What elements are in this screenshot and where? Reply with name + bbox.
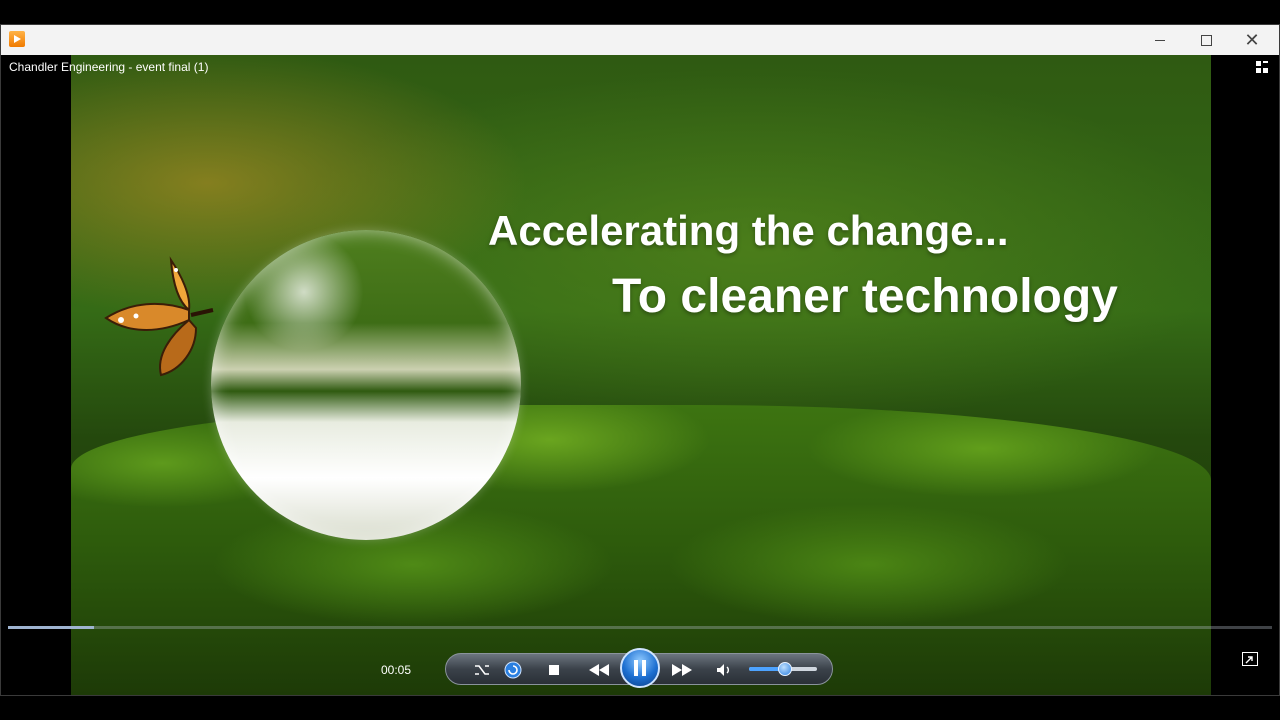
stop-button[interactable] [544, 660, 564, 680]
maximize-icon [1200, 34, 1212, 46]
repeat-icon [504, 661, 522, 679]
fast-forward-button[interactable] [669, 660, 695, 680]
fullscreen-icon [1245, 656, 1253, 664]
pause-icon [632, 660, 648, 676]
close-button[interactable]: ✕ [1229, 25, 1275, 55]
minimize-button[interactable] [1137, 25, 1183, 55]
video-frame[interactable]: Accelerating the change... To cleaner te… [71, 55, 1211, 695]
shuffle-button[interactable] [472, 660, 492, 680]
mute-button[interactable] [714, 660, 734, 680]
fullscreen-button[interactable] [1242, 652, 1258, 666]
rewind-button[interactable] [586, 660, 612, 680]
crystal-ball-image [211, 230, 521, 540]
seek-progress [8, 626, 94, 629]
close-icon: ✕ [1244, 30, 1260, 50]
time-display: 00:05 [381, 663, 412, 677]
butterfly-image [104, 256, 214, 377]
switch-layout-icon[interactable] [1255, 60, 1269, 74]
minimize-icon [1155, 39, 1165, 41]
speaker-icon [717, 664, 729, 676]
headline-line-1: Accelerating the change... [488, 207, 1009, 254]
stop-icon [549, 665, 559, 675]
title-bar[interactable]: ✕ [1, 25, 1279, 55]
rewind-icon [589, 664, 609, 676]
media-player-icon [9, 31, 25, 47]
pause-button[interactable] [620, 648, 660, 688]
maximize-button[interactable] [1183, 25, 1229, 55]
media-player-window: ✕ Accelerating the change... To cleaner … [0, 24, 1280, 696]
video-title: Chandler Engineering - event final (1) [9, 60, 209, 74]
headline-line-2: To cleaner technology [612, 270, 1118, 323]
fast-forward-icon [672, 664, 692, 676]
shuffle-icon [475, 665, 489, 675]
seek-bar[interactable] [8, 626, 1272, 629]
repeat-button[interactable] [503, 660, 523, 680]
